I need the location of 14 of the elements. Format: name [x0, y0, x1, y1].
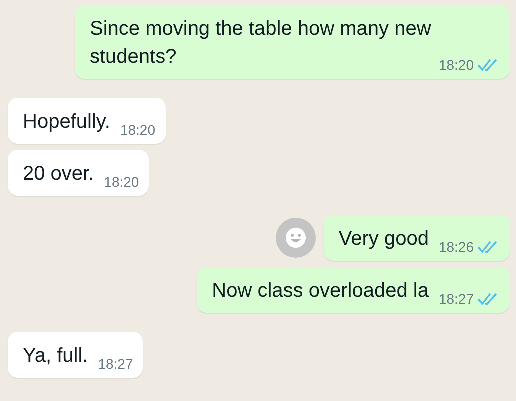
message-time: 18:26	[438, 238, 474, 257]
message-time: 18:20	[438, 56, 474, 75]
message-text: Very good	[338, 228, 429, 250]
message-time: 18:27	[98, 355, 134, 374]
message-text: Now class overloaded la	[212, 280, 429, 302]
smiley-icon	[284, 227, 307, 249]
message-time: 18:20	[120, 121, 156, 140]
message-text: Hopefully.	[23, 111, 110, 133]
message-text: 20 over.	[23, 163, 94, 185]
message-text: Since moving the table how many new students?	[90, 18, 432, 68]
message-time: 18:27	[438, 290, 474, 309]
message-text: Ya, full.	[23, 345, 88, 367]
message-time: 18:20	[104, 173, 140, 192]
emoji-reaction-button[interactable]	[276, 218, 316, 258]
